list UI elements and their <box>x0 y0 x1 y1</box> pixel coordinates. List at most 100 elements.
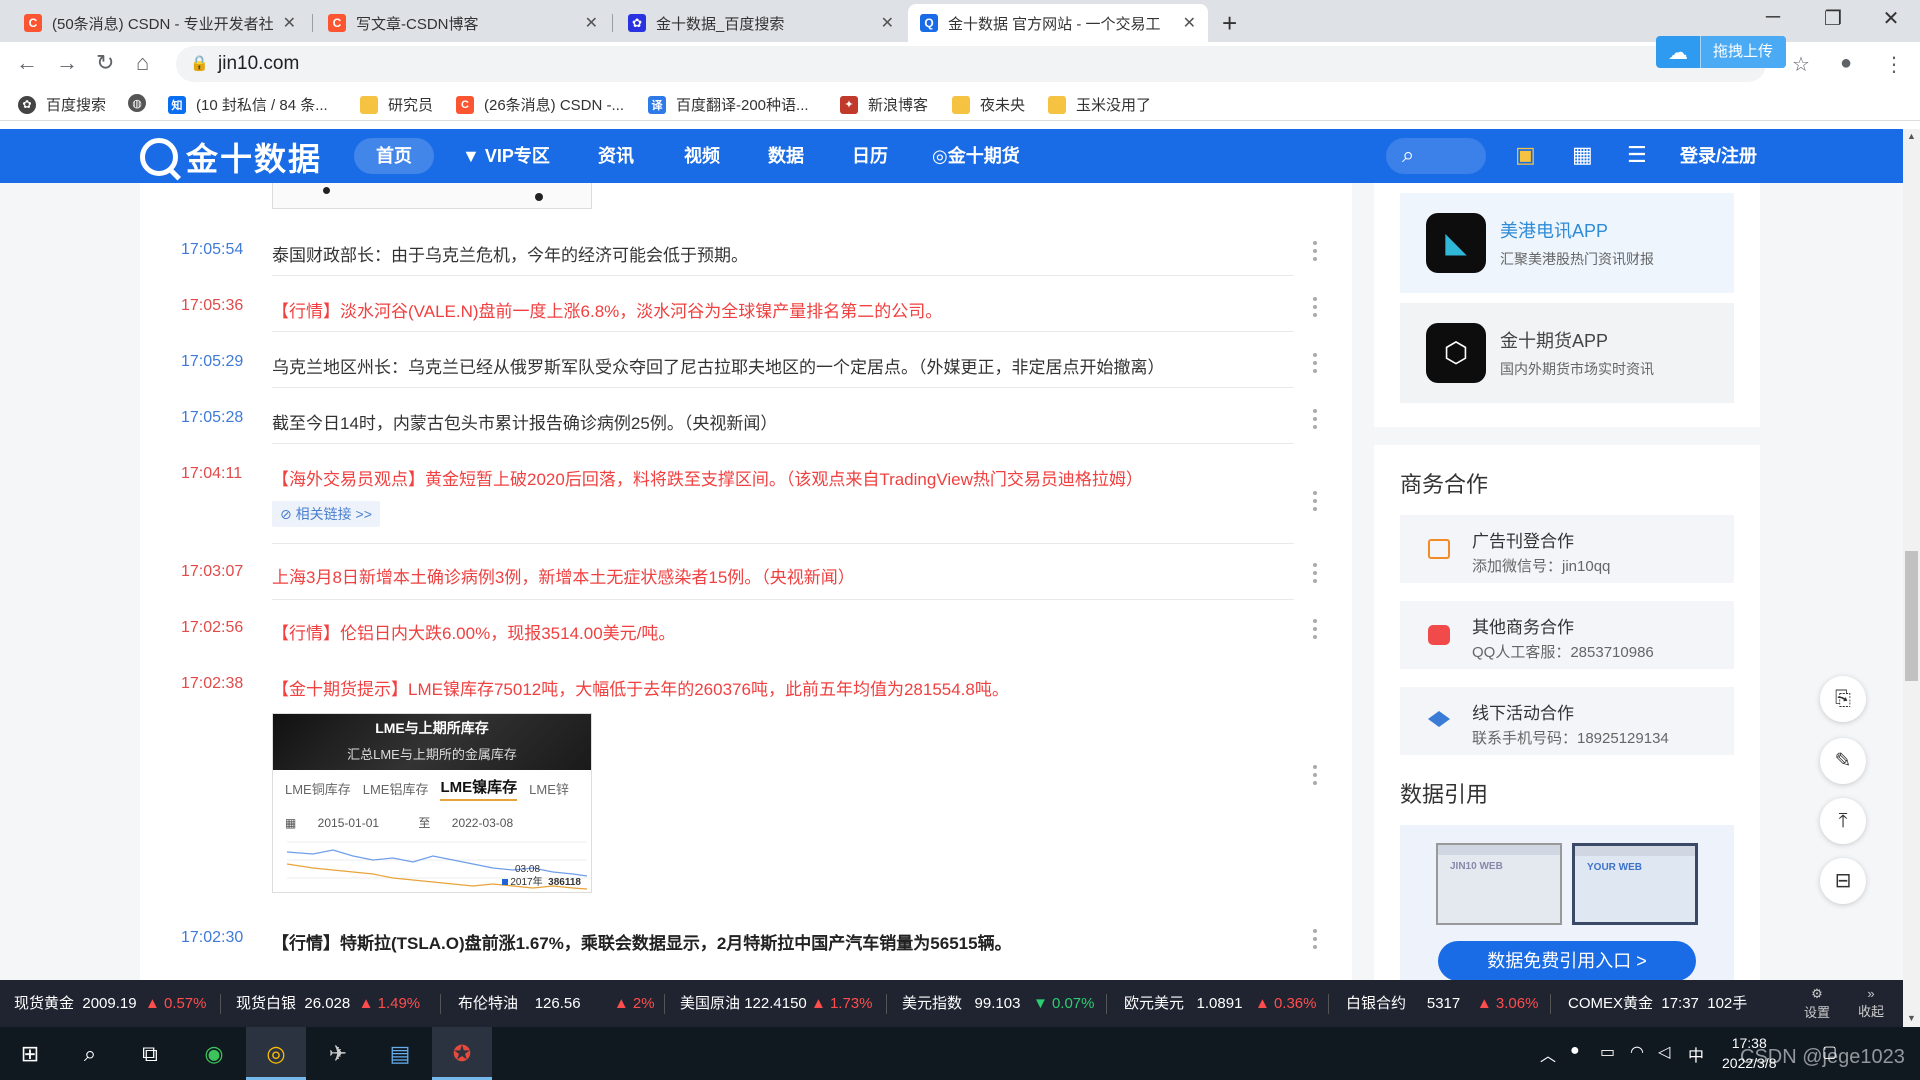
more-icon[interactable] <box>1313 619 1317 643</box>
close-tab-icon[interactable]: ✕ <box>881 13 894 33</box>
vertical-scrollbar[interactable]: ▲ ▼ <box>1903 129 1920 1027</box>
close-window-button[interactable]: ✕ <box>1866 6 1916 31</box>
nav-vip[interactable]: ▼ VIP专区 <box>462 129 550 183</box>
ticker-item[interactable]: 现货白银 26.028 ▲ 1.49% <box>236 980 420 1027</box>
nav-news[interactable]: 资讯 <box>598 129 634 183</box>
csdn-watermark: CSDN @jege1023 <box>1740 1046 1905 1068</box>
minimize-button[interactable]: ─ <box>1748 6 1798 29</box>
popup-toggle-button[interactable]: ⊟ <box>1820 858 1866 904</box>
more-icon[interactable] <box>1313 491 1317 515</box>
star-icon[interactable]: ☆ <box>1792 52 1810 77</box>
qrcode-icon[interactable]: ▦ <box>1572 142 1593 168</box>
ticker-item[interactable]: 欧元美元 1.0891 ▲ 0.36% <box>1124 980 1316 1027</box>
home-icon[interactable]: ⌂ <box>136 50 149 76</box>
jin10-web-screen: JIN10 WEB <box>1436 843 1562 925</box>
bookmark-item[interactable]: 知 (10 封私信 / 84 条... <box>168 94 328 115</box>
bookmark-item[interactable]: 译百度翻译-200种语... <box>648 94 809 115</box>
close-tab-icon[interactable]: ✕ <box>585 13 598 33</box>
ticker-item[interactable]: 布伦特油 126.56 ▲ 2% <box>458 980 655 1027</box>
coop-item-offline[interactable]: 线下活动合作 联系手机号码：18925129134 <box>1400 687 1734 755</box>
reload-icon[interactable]: ↻ <box>96 50 114 76</box>
edit-float-button[interactable]: ✎ <box>1820 738 1866 784</box>
scroll-down-icon[interactable]: ▼ <box>1907 1013 1916 1023</box>
bookmark-folder[interactable]: 研究员 <box>360 94 433 115</box>
ticker-collapse-button[interactable]: » 收起 <box>1850 986 1892 1020</box>
ticker-item[interactable]: 美元指数 99.103 ▼ 0.07% <box>902 980 1094 1027</box>
menu-dots-icon[interactable]: ⋮ <box>1884 52 1904 77</box>
bookmark-item[interactable]: ✦ 新浪博客 <box>840 94 928 115</box>
nav-calendar[interactable]: 日历 <box>852 129 888 183</box>
back-icon[interactable]: ← <box>16 50 38 76</box>
ticker-item[interactable]: 现货黄金 2009.19 ▲ 0.57% <box>14 980 206 1027</box>
copy-float-button[interactable]: ⎘ <box>1820 676 1866 722</box>
jin10-logo[interactable]: 金十数据 <box>140 137 322 177</box>
bookmark-item[interactable]: ◍ <box>128 94 156 112</box>
address-bar[interactable]: 🔒 jin10.com <box>176 46 1766 82</box>
scroll-up-icon[interactable]: ▲ <box>1907 131 1916 141</box>
coop-item-ad[interactable]: 广告刊登合作 添加微信号：jin10qq <box>1400 515 1734 583</box>
lme-tab[interactable]: LME锌 <box>529 779 569 798</box>
app-card-futures[interactable]: ⬡ 金十期货APP 国内外期货市场实时资讯 <box>1400 303 1734 403</box>
app-wh-icon[interactable]: ✪ <box>432 1027 492 1080</box>
more-icon[interactable] <box>1313 929 1317 953</box>
bookmark-item[interactable]: ✿ 百度搜索 <box>18 94 106 115</box>
drag-upload-button[interactable]: ☁ 拖拽上传 <box>1656 36 1786 68</box>
more-icon[interactable] <box>1313 353 1317 377</box>
lme-inventory-card[interactable]: LME与上期所库存 汇总LME与上期所的金属库存 LME铜库存 LME铝库存 L… <box>272 713 592 893</box>
browser-tab-active[interactable]: Q 金十数据 官方网站 - 一个交易工 ✕ <box>908 4 1208 42</box>
app-card-meigang[interactable]: ◣ 美港电讯APP 汇聚美港股热门资讯财报 <box>1400 193 1734 293</box>
search-button[interactable]: ⌕ <box>1386 138 1486 174</box>
lme-tab-active[interactable]: LME镍库存 <box>440 776 518 801</box>
gift-icon[interactable]: ▣ <box>1515 142 1536 168</box>
wifi-icon[interactable]: ◠ <box>1630 1042 1644 1062</box>
nav-futures[interactable]: ◎金十期货 <box>932 129 1020 183</box>
lme-card-header: LME与上期所库存 汇总LME与上期所的金属库存 <box>273 714 591 770</box>
profile-icon[interactable]: ● <box>1840 52 1852 75</box>
volume-icon[interactable]: ◁ <box>1658 1042 1670 1062</box>
bookmark-item[interactable]: C (26条消息) CSDN -... <box>456 94 624 115</box>
more-icon[interactable] <box>1313 563 1317 587</box>
ticker-item[interactable]: 白银合约 5317 ▲ 3.06% <box>1346 980 1538 1027</box>
battery-icon[interactable]: ▭ <box>1600 1042 1615 1062</box>
maximize-button[interactable]: ❐ <box>1808 6 1858 31</box>
related-link[interactable]: ⊘ 相关链接 >> <box>272 501 380 527</box>
more-icon[interactable] <box>1313 409 1317 433</box>
ticker-item[interactable]: 美国原油 122.4150 ▲ 1.73% <box>680 980 872 1027</box>
windows-start-icon[interactable]: ⊞ <box>0 1027 60 1080</box>
close-tab-icon[interactable]: ✕ <box>1183 13 1196 33</box>
app-card-icon[interactable]: ▤ <box>370 1027 430 1080</box>
login-register-link[interactable]: 登录/注册 <box>1680 129 1757 183</box>
more-icon[interactable] <box>1313 297 1317 321</box>
app-bird-icon[interactable]: ✈ <box>308 1027 368 1080</box>
browser-tab[interactable]: C 写文章-CSDN博客 ✕ <box>316 4 610 42</box>
nav-video[interactable]: 视频 <box>684 129 720 183</box>
close-tab-icon[interactable]: ✕ <box>283 13 296 33</box>
browser-tab[interactable]: C (50条消息) CSDN - 专业开发者社 ✕ <box>12 4 308 42</box>
chrome-icon[interactable]: ◎ <box>246 1027 306 1080</box>
scroll-thumb[interactable] <box>1905 551 1918 681</box>
back-to-top-button[interactable]: ⤒ <box>1820 798 1866 844</box>
nav-home[interactable]: 首页 <box>354 138 434 174</box>
forward-icon[interactable]: → <box>56 50 78 76</box>
ime-indicator[interactable]: 中 <box>1688 1042 1704 1066</box>
bookmark-folder[interactable]: 夜未央 <box>952 94 1025 115</box>
new-tab-button[interactable]: + <box>1222 8 1237 39</box>
app-360-browser-icon[interactable]: ◉ <box>184 1027 244 1080</box>
search-icon[interactable]: ⌕ <box>60 1027 120 1080</box>
more-icon[interactable] <box>1313 241 1317 265</box>
coop-desc: 联系手机号码：18925129134 <box>1472 730 1669 747</box>
lme-tab[interactable]: LME铝库存 <box>363 779 429 798</box>
task-view-icon[interactable]: ⧉ <box>120 1027 180 1080</box>
list-icon[interactable]: ☰ <box>1627 142 1647 168</box>
data-free-reference-button[interactable]: 数据免费引用入口 > <box>1438 941 1696 981</box>
ticker-item[interactable]: COMEX黄金 17:37 102手 <box>1568 980 1747 1027</box>
tray-app-icon[interactable]: ● <box>1570 1042 1580 1060</box>
ticker-settings-button[interactable]: ⚙ 设置 <box>1796 986 1838 1021</box>
more-icon[interactable] <box>1313 765 1317 789</box>
browser-tab[interactable]: ✿ 金十数据_百度搜索 ✕ <box>616 4 906 42</box>
bookmark-folder[interactable]: 玉米没用了 <box>1048 94 1151 115</box>
coop-item-other[interactable]: 其他商务合作 QQ人工客服：2853710986 <box>1400 601 1734 669</box>
nav-data[interactable]: 数据 <box>768 129 804 183</box>
tray-chevron-icon[interactable]: ︿ <box>1540 1042 1556 1066</box>
lme-tab[interactable]: LME铜库存 <box>285 779 351 798</box>
